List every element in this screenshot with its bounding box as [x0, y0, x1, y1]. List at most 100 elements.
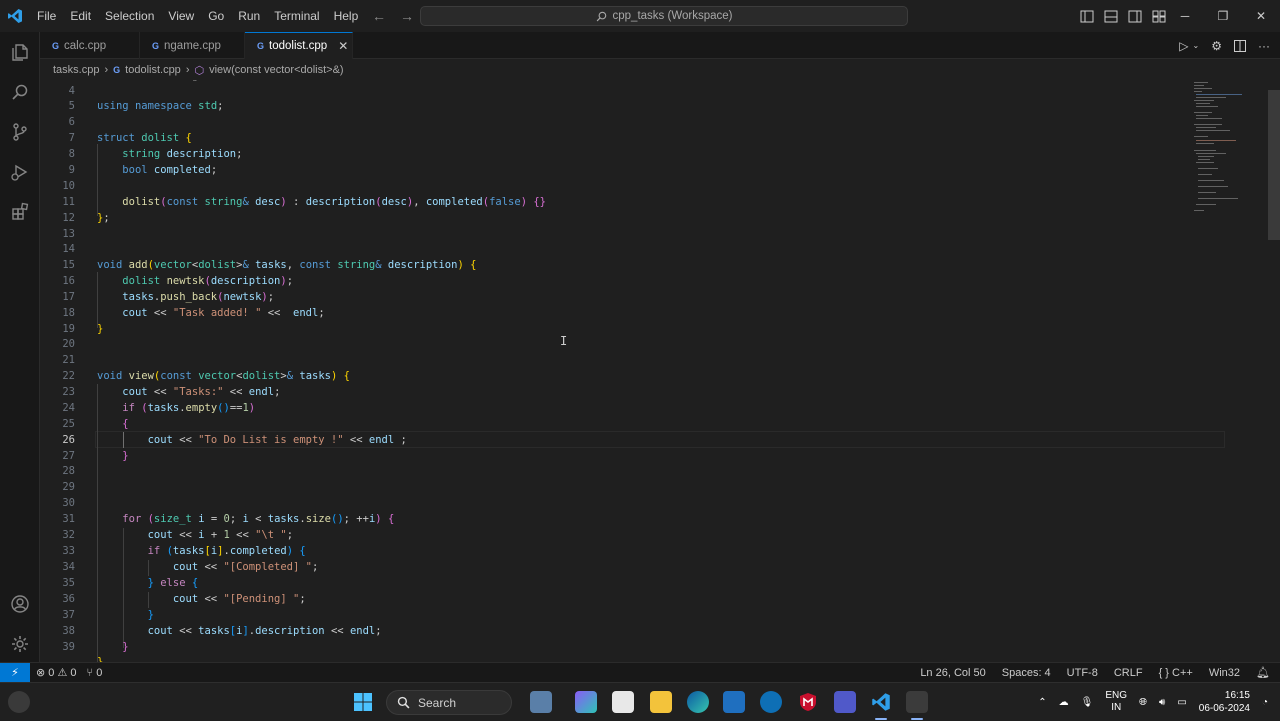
line-number: 23 — [62, 386, 75, 398]
line-number: 25 — [62, 418, 75, 430]
chevron-right-icon: › — [104, 64, 109, 76]
mcafee-icon[interactable] — [797, 691, 819, 713]
copilot-icon[interactable] — [575, 691, 597, 713]
line-number: 24 — [62, 402, 75, 414]
run-debug-icon[interactable] — [0, 152, 40, 192]
tab-ngame-cpp[interactable]: G ngame.cpp — [140, 32, 245, 59]
remote-icon[interactable]: ⚡ — [0, 662, 30, 683]
teams-icon[interactable] — [834, 691, 856, 713]
scrollbar-thumb[interactable] — [1268, 90, 1280, 240]
menu-view[interactable]: View — [161, 9, 201, 23]
more-actions-icon[interactable]: ··· — [1258, 39, 1270, 53]
snipping-tool-icon[interactable] — [906, 691, 928, 713]
menu-run[interactable]: Run — [231, 9, 267, 23]
run-file-icon[interactable]: ▷ — [1179, 39, 1188, 53]
tab-label: ngame.cpp — [164, 39, 221, 52]
line-number: 17 — [62, 291, 75, 303]
file-explorer-icon[interactable] — [650, 691, 672, 713]
ports-indicator[interactable]: ⑂ 0 — [87, 667, 103, 679]
explorer-icon[interactable] — [0, 32, 40, 72]
indentation[interactable]: Spaces: 4 — [1002, 667, 1051, 679]
minimize-icon[interactable]: ─ — [1166, 0, 1204, 32]
language-mode[interactable]: { } C++ — [1159, 667, 1193, 679]
toggle-sidebar-icon[interactable] — [1080, 10, 1094, 23]
cpp-file-icon: G — [257, 41, 265, 51]
line-number: 32 — [62, 529, 75, 541]
split-editor-icon[interactable] — [1234, 39, 1246, 52]
line-number: 18 — [62, 307, 75, 319]
line-number: 13 — [62, 228, 75, 240]
minimap[interactable] — [1190, 80, 1260, 220]
warning-count: 0 — [70, 667, 77, 679]
task-view-icon[interactable] — [612, 691, 634, 713]
edge-browser-icon[interactable] — [687, 691, 709, 713]
breadcrumb-folder[interactable]: tasks.cpp — [53, 64, 99, 76]
toggle-panel-icon[interactable] — [1104, 10, 1118, 23]
source-control-icon[interactable] — [0, 112, 40, 152]
store-icon[interactable] — [723, 691, 745, 713]
windows-taskbar: Search ⌃ ☁ 🎙︎ ENG IN 🌐︎ 🔊︎ ▭ 16:15 06-06… — [0, 682, 1280, 720]
cursor-position[interactable]: Ln 26, Col 50 — [920, 667, 985, 679]
volume-icon[interactable]: 🔊︎ — [1159, 697, 1165, 708]
language-code: ENG — [1105, 690, 1128, 701]
ports-icon: ⑂ — [86, 666, 94, 679]
breadcrumb-file[interactable]: todolist.cpp — [125, 64, 181, 76]
restore-icon[interactable]: ❐ — [1204, 0, 1242, 32]
input-language[interactable]: ENG IN — [1105, 690, 1127, 714]
system-tray: ⌃ ☁ 🎙︎ ENG IN 🌐︎ 🔊︎ ▭ 16:15 06-06-2024 ◔ — [1038, 683, 1280, 721]
gear-icon[interactable]: ⚙ — [1211, 39, 1222, 53]
extensions-icon[interactable] — [0, 192, 40, 232]
breadcrumb-symbol[interactable]: view(const vector<dolist>&) — [209, 64, 344, 76]
line-number: 38 — [62, 625, 75, 637]
close-window-icon[interactable]: ✕ — [1242, 0, 1280, 32]
line-number: 30 — [62, 497, 75, 509]
vscode-taskbar-icon[interactable] — [870, 691, 892, 713]
platform-config[interactable]: Win32 — [1209, 667, 1240, 679]
cloud-icon[interactable]: ☁ — [1059, 697, 1069, 708]
network-globe-icon[interactable]: 🌐︎ — [1139, 697, 1147, 708]
toggle-secondary-sidebar-icon[interactable] — [1128, 10, 1142, 23]
end-of-line[interactable]: CRLF — [1114, 667, 1143, 679]
tab-calc-cpp[interactable]: G calc.cpp — [40, 32, 140, 59]
taskbar-search[interactable]: Search — [386, 690, 512, 715]
close-tab-icon[interactable]: ✕ — [338, 39, 348, 53]
code-editor[interactable]: 4 5 6 7 8 9 10 11 12 13 14 15 16 17 18 19 20 21 22 23 24 25 26… — [40, 80, 1268, 662]
run-dropdown-icon[interactable]: ⌄ — [1193, 41, 1200, 50]
line-number: 9 — [68, 164, 75, 176]
menu-terminal[interactable]: Terminal — [267, 9, 326, 23]
breadcrumb: tasks.cpp › G todolist.cpp › ⬡ view(cons… — [40, 60, 1280, 80]
windows-start-icon[interactable] — [352, 691, 374, 713]
status-bar: ⚡ ⊗ 0 ⚠ 0 ⑂ 0 Ln 26, Col 50 Spaces: 4 UT… — [0, 662, 1280, 683]
clock-time: 16:15 — [1224, 690, 1250, 701]
battery-icon[interactable]: ▭ — [1177, 697, 1186, 708]
menu-edit[interactable]: Edit — [63, 9, 98, 23]
line-number: 6 — [68, 116, 75, 128]
search-highlight-icon — [530, 691, 552, 713]
settings-gear-icon[interactable] — [0, 624, 40, 664]
menu-file[interactable]: File — [30, 9, 63, 23]
back-arrow-icon[interactable]: ← — [372, 8, 386, 24]
dell-icon[interactable] — [760, 691, 782, 713]
notification-center-icon[interactable]: ◔ — [1262, 697, 1268, 708]
menu-selection[interactable]: Selection — [98, 9, 161, 23]
file-encoding[interactable]: UTF-8 — [1067, 667, 1098, 679]
clock[interactable]: 16:15 06-06-2024 — [1199, 689, 1250, 715]
microphone-icon[interactable]: 🎙︎ — [1081, 697, 1094, 708]
search-icon[interactable] — [0, 72, 40, 112]
line-number: 20 — [62, 338, 75, 350]
account-icon[interactable] — [0, 584, 40, 624]
menu-help[interactable]: Help — [327, 9, 366, 23]
menu-go[interactable]: Go — [201, 9, 231, 23]
line-number: 11 — [62, 196, 75, 208]
customize-layout-icon[interactable] — [1152, 10, 1166, 23]
clock-date: 06-06-2024 — [1198, 703, 1250, 714]
notifications-bell-icon[interactable]: 🔔︎ — [1256, 666, 1270, 679]
line-number: 37 — [62, 609, 75, 621]
forward-arrow-icon[interactable]: → — [400, 8, 414, 24]
show-hidden-icons-chevron-icon[interactable]: ⌃ — [1038, 697, 1046, 708]
widgets-icon[interactable] — [8, 691, 30, 713]
command-center[interactable]: cpp_tasks (Workspace) — [420, 6, 908, 26]
tab-todolist-cpp[interactable]: G todolist.cpp ✕ — [245, 32, 353, 59]
problems-indicator[interactable]: ⊗ 0 ⚠ 0 — [36, 666, 77, 679]
error-icon: ⊗ — [36, 667, 46, 679]
